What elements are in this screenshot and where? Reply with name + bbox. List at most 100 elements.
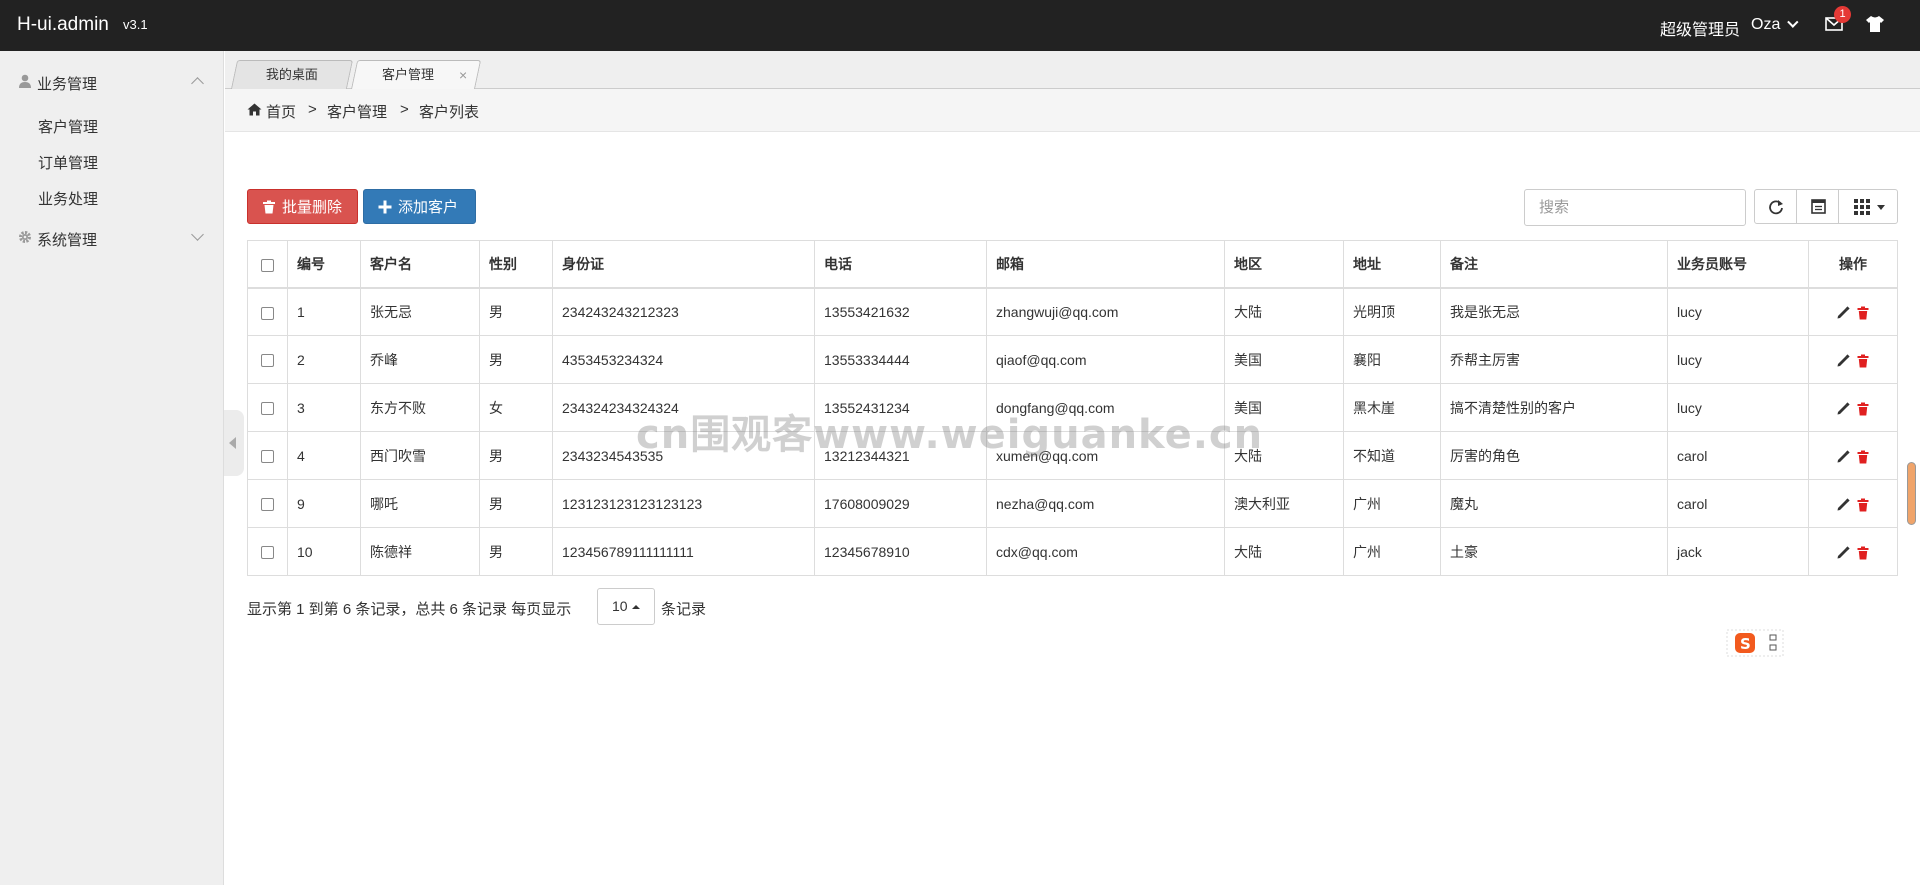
row-actions [1808,287,1898,336]
email-cell: cdx@qq.com [986,527,1225,576]
breadcrumb-home[interactable]: 首页 [266,101,296,122]
trash-icon[interactable] [1856,306,1870,320]
gender-cell: 女 [479,383,553,432]
columns-dropdown-button[interactable] [1838,189,1898,224]
pagination-summary: 显示第 1 到第 6 条记录，总共 6 条记录 每页显示 [247,601,572,618]
column-header[interactable]: 电话 [814,240,987,289]
sidebar-item-customers[interactable]: 客户管理 [38,116,98,137]
edit-icon[interactable] [1836,306,1850,320]
refresh-button[interactable] [1754,189,1797,224]
sidebar-group-business[interactable]: 业务管理 [0,63,224,99]
select-all-checkbox[interactable] [261,258,274,272]
sales-cell: jack [1667,527,1809,576]
column-header[interactable]: 编号 [287,240,361,289]
tab-label: 客户管理 [381,67,434,82]
region-cell: 澳大利亚 [1224,479,1344,528]
tab-bar: 我的桌面 客户管理 × [225,51,1920,90]
row-checkbox[interactable] [261,450,274,464]
column-header[interactable]: 邮箱 [986,240,1225,289]
toggle-view-button[interactable] [1796,189,1839,224]
gender-cell: 男 [479,479,553,528]
edit-icon[interactable] [1836,546,1850,560]
sales-cell: lucy [1667,287,1809,336]
row-checkbox[interactable] [261,354,274,368]
list-view-icon [1811,199,1826,214]
mail-badge: 1 [1834,6,1851,23]
trash-icon[interactable] [1856,354,1870,368]
breadcrumb-customer-management[interactable]: 客户管理 [327,101,387,122]
add-customer-label: 添加客户 [398,199,459,216]
id-cell: 4 [287,431,361,480]
search-input[interactable] [1524,189,1746,226]
row-checkbox[interactable] [261,498,274,512]
sogou-ime-icon[interactable]: S [1726,629,1784,657]
note-cell: 厉害的角色 [1440,431,1668,480]
tab-desktop[interactable]: 我的桌面 [230,60,354,89]
add-customer-button[interactable]: 添加客户 [363,189,476,224]
row-checkbox[interactable] [261,402,274,416]
column-header[interactable]: 客户名 [360,240,480,289]
page-size-select[interactable]: 10 [597,588,655,625]
sidebar: 业务管理 客户管理 订单管理 业务处理 系统管理 [0,51,224,885]
app-brand[interactable]: H-ui.admin [17,14,109,36]
trash-icon[interactable] [1856,402,1870,416]
column-header[interactable]: 地区 [1224,240,1344,289]
table-row: 9 哪吒男 123123123123123123 17608009029 nezha@q… [247,479,1898,528]
address-cell: 黑木崖 [1343,383,1441,432]
shirt-icon[interactable] [1865,15,1885,33]
sidebar-collapse-handle[interactable] [224,410,244,476]
row-actions [1808,431,1898,480]
email-cell: qiaof@qq.com [986,335,1225,384]
row-checkbox[interactable] [261,306,274,320]
name-cell: 西门吹雪 [360,431,480,480]
gender-cell: 男 [479,527,553,576]
column-header[interactable]: 性别 [479,240,553,289]
tab-customer-management[interactable]: 客户管理 × [350,60,482,90]
user-menu[interactable]: Oza [1751,16,1799,34]
plus-icon [378,200,392,214]
watermark-text: cn围观客www.weiguanke.cn [636,412,1264,458]
column-header: 操作 [1808,240,1898,289]
home-icon [247,103,262,116]
id-cell: 9 [287,479,361,528]
breadcrumb-customer-list: 客户列表 [419,104,480,121]
column-header[interactable]: 业务员账号 [1667,240,1809,289]
breadcrumb-separator: > [308,101,317,118]
table-row: 10 陈德祥男 123456789111111111 12345678910 cdx@q… [247,527,1898,576]
trash-icon[interactable] [1856,450,1870,464]
edit-icon[interactable] [1836,354,1850,368]
trash-icon[interactable] [1856,498,1870,512]
edit-icon[interactable] [1836,498,1850,512]
batch-delete-button[interactable]: 批量删除 [247,189,358,224]
row-select-cell [247,335,288,384]
close-icon[interactable]: × [459,61,467,89]
id-cell: 1 [287,287,361,336]
select-all-cell [247,240,288,289]
refresh-icon [1769,200,1783,215]
email-cell: nezha@qq.com [986,479,1225,528]
row-checkbox[interactable] [261,546,274,560]
user-name: Oza [1751,16,1781,33]
address-cell: 广州 [1343,479,1441,528]
scrollbar-thumb[interactable] [1907,462,1916,525]
sidebar-item-business-process[interactable]: 业务处理 [38,188,98,209]
gender-cell: 男 [479,335,553,384]
sidebar-item-orders[interactable]: 订单管理 [38,152,98,173]
trash-icon [263,200,275,214]
trash-icon[interactable] [1856,546,1870,560]
user-role: 超级管理员 [1660,22,1741,39]
sidebar-group-system[interactable]: 系统管理 [0,219,224,255]
name-cell: 哪吒 [360,479,480,528]
edit-icon[interactable] [1836,402,1850,416]
address-cell: 光明顶 [1343,287,1441,336]
edit-icon[interactable] [1836,450,1850,464]
phone-cell: 12345678910 [814,527,987,576]
column-header[interactable]: 身份证 [552,240,815,289]
column-header[interactable]: 地址 [1343,240,1441,289]
top-navbar: H-ui.admin v3.1 超级管理员 Oza 1 [0,0,1920,51]
id-cell: 2 [287,335,361,384]
sales-cell: carol [1667,431,1809,480]
row-select-cell [247,287,288,336]
gender-cell: 男 [479,431,553,480]
column-header[interactable]: 备注 [1440,240,1668,289]
